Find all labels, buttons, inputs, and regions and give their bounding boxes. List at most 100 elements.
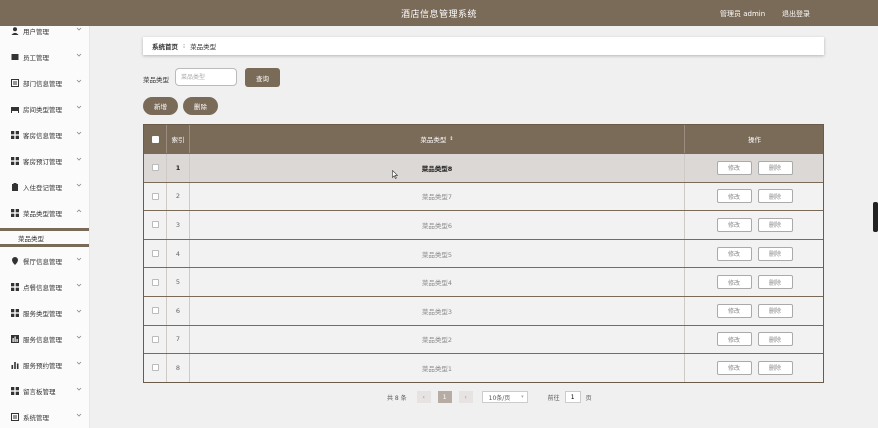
page-number-button[interactable]: 1 [437, 391, 452, 403]
mouse-cursor-icon [392, 170, 398, 179]
row-operations: 修改 删除 [685, 183, 824, 211]
page-scrollbar[interactable] [873, 202, 878, 232]
sidebar-item-service-type-management[interactable]: 服务类型管理 [0, 300, 89, 326]
row-checkbox[interactable] [151, 164, 159, 172]
row-dish-type: 菜品类型3 [190, 296, 685, 325]
sidebar-item-room-type-management[interactable]: 房间类型管理 [0, 96, 89, 122]
edit-button[interactable]: 修改 [716, 332, 752, 347]
row-checkbox[interactable] [151, 278, 159, 286]
chevron-down-icon [76, 309, 82, 313]
sidebar-item-message-board-management[interactable]: 留言板管理 [0, 378, 89, 404]
table-row[interactable]: 5 菜品类型4 修改 删除 [144, 267, 823, 296]
table-row[interactable]: 8 菜品类型1 修改 删除 [144, 353, 823, 382]
select-all-checkbox[interactable] [151, 135, 159, 143]
sidebar-item-system-management[interactable]: 系统管理 [0, 404, 89, 428]
delete-button[interactable]: 删除 [757, 160, 793, 175]
submenu-active-bar [0, 244, 89, 247]
header-dish-type[interactable]: 菜品类型 ⇕ [190, 125, 685, 153]
table-row[interactable]: 3 菜品类型6 修改 删除 [144, 210, 823, 239]
breadcrumb-home-link[interactable]: 系统首页 [152, 41, 178, 51]
add-button[interactable]: 新增 [143, 97, 178, 115]
breadcrumb: 系统首页 ⁝ 菜品类型 [143, 37, 824, 55]
sidebar-item-room-info-management[interactable]: 客房信息管理 [0, 122, 89, 148]
chevron-up-icon [76, 209, 82, 213]
delete-button[interactable]: 删除 [757, 275, 793, 290]
row-checkbox[interactable] [151, 192, 159, 200]
row-checkbox-cell [144, 325, 167, 354]
row-index: 3 [167, 211, 190, 239]
sidebar-item-staff-management[interactable]: 员工管理 [0, 44, 89, 70]
edit-button[interactable]: 修改 [716, 217, 752, 232]
breadcrumb-separator-icon: ⁝ [183, 42, 186, 50]
sidebar-item-label: 留言板管理 [23, 388, 56, 396]
dish-type-table: 索引 菜品类型 ⇕ 操作 1 菜品类型8 修改 删除 2 菜品类型7 修改 删除 3 … [143, 124, 824, 383]
edit-button[interactable]: 修改 [716, 246, 752, 261]
table-row[interactable]: 4 菜品类型5 修改 删除 [144, 238, 824, 268]
delete-button[interactable]: 删除 [757, 360, 793, 375]
batch-delete-button[interactable]: 删除 [183, 97, 218, 115]
dish-type-search-input[interactable] [175, 68, 237, 86]
sidebar-item-label: 客房信息管理 [23, 132, 62, 140]
chevron-down-icon [76, 413, 82, 417]
sidebar-submenu-dish-type[interactable]: 菜品类型 [0, 228, 89, 248]
row-index: 7 [167, 325, 190, 354]
logout-link[interactable]: 退出登录 [782, 9, 810, 19]
query-button[interactable]: 查询 [245, 68, 280, 87]
row-checkbox[interactable] [151, 250, 159, 258]
row-checkbox[interactable] [151, 335, 159, 343]
row-index: 6 [167, 296, 190, 325]
pagination: 共 8 条 ‹ 1 › 10条/页 ▾ 前往 页 [387, 390, 592, 404]
sidebar-item-checkin-management[interactable]: 入住登记管理 [0, 174, 89, 200]
goto-suffix: 页 [585, 394, 592, 402]
table-row[interactable]: 2 菜品类型7 修改 删除 [144, 181, 824, 211]
row-checkbox-cell [144, 211, 167, 239]
submenu-item-label: 菜品类型 [18, 235, 44, 243]
delete-button[interactable]: 删除 [757, 189, 793, 204]
sidebar-item-department-management[interactable]: 部门信息管理 [0, 70, 89, 96]
table-row[interactable]: 1 菜品类型8 修改 删除 [144, 153, 823, 182]
edit-button[interactable]: 修改 [716, 360, 752, 375]
next-page-button[interactable]: › [458, 391, 473, 403]
edit-button[interactable]: 修改 [716, 303, 752, 318]
sidebar-item-room-booking-management[interactable]: 客房预订管理 [0, 148, 89, 174]
sort-icon[interactable]: ⇕ [449, 136, 453, 142]
row-dish-type: 菜品类型4 [190, 268, 685, 296]
delete-button[interactable]: 删除 [757, 217, 793, 232]
row-operations: 修改 删除 [685, 354, 824, 382]
row-checkbox[interactable] [151, 364, 159, 372]
delete-button[interactable]: 删除 [757, 332, 793, 347]
delete-button[interactable]: 删除 [757, 303, 793, 318]
goto-page-input[interactable] [564, 391, 581, 403]
chevron-down-icon [76, 105, 82, 109]
sidebar-item-service-info-management[interactable]: 服务信息管理 [0, 326, 89, 352]
sidebar-item-service-booking-management[interactable]: 服务预约管理 [0, 352, 89, 378]
page-size-select[interactable]: 10条/页 ▾ [481, 391, 528, 403]
row-checkbox-cell [144, 296, 167, 325]
edit-button[interactable]: 修改 [716, 275, 752, 290]
row-dish-type: 菜品类型6 [190, 211, 685, 239]
sidebar-item-order-info-management[interactable]: 点餐信息管理 [0, 274, 89, 300]
row-checkbox-cell [144, 354, 167, 382]
table-row[interactable]: 6 菜品类型3 修改 删除 [144, 295, 823, 325]
row-checkbox[interactable] [151, 307, 159, 315]
sidebar-item-restaurant-info-management[interactable]: 餐厅信息管理 [0, 248, 89, 274]
row-checkbox[interactable] [151, 221, 159, 229]
sidebar-item-dish-type-management[interactable]: 菜品类型管理 [0, 200, 89, 226]
prev-page-button[interactable]: ‹ [416, 391, 431, 403]
search-label: 菜品类型 [143, 76, 169, 84]
edit-button[interactable]: 修改 [716, 189, 752, 204]
bar-chart-icon [11, 361, 19, 369]
row-index: 4 [167, 239, 190, 268]
sidebar-item-label: 房间类型管理 [23, 106, 62, 114]
row-operations: 修改 删除 [685, 240, 824, 268]
sidebar-item-user-management[interactable]: 用户管理 [0, 26, 89, 44]
delete-button[interactable]: 删除 [757, 246, 793, 261]
table-header: 索引 菜品类型 ⇕ 操作 [144, 125, 823, 153]
edit-button[interactable]: 修改 [716, 160, 752, 175]
grid-icon [11, 131, 19, 139]
header-checkbox-cell [144, 125, 167, 153]
table-row[interactable]: 7 菜品类型2 修改 删除 [144, 324, 823, 354]
chevron-down-icon [76, 183, 82, 187]
chevron-down-icon [76, 53, 82, 57]
row-checkbox-cell [144, 154, 167, 182]
